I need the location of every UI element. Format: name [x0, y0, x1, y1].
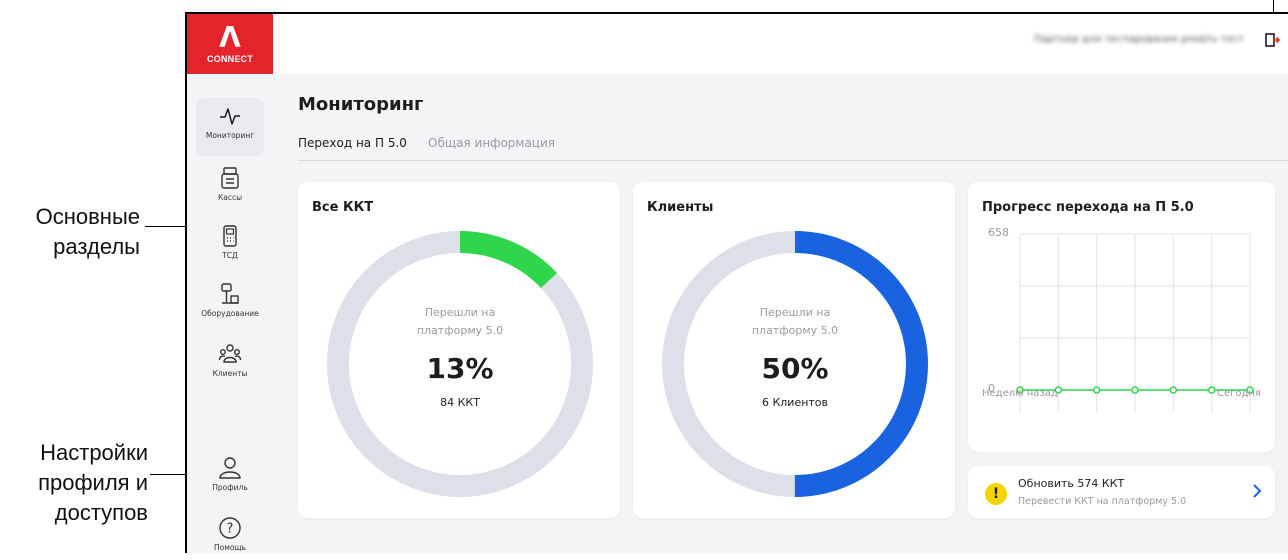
update-title: Обновить 574 ККТ	[1018, 477, 1125, 490]
card-clients: Клиенты Перешли на платформу 5.0 50% 6 К…	[633, 182, 955, 518]
logo-mark: Λ	[219, 21, 241, 54]
update-subtitle: Перевести ККТ на платформу 5.0	[1018, 496, 1187, 507]
x-axis-start-label: Неделю назад	[982, 388, 1058, 399]
donut-center: Перешли на платформу 5.0 50% 6 Клиентов	[659, 228, 931, 500]
donut-count: 6 Клиентов	[761, 396, 829, 409]
data-point	[1131, 386, 1139, 394]
profile-icon	[219, 457, 241, 479]
donut-count: 84 ККТ	[440, 396, 480, 409]
pulse-icon	[220, 108, 240, 125]
logo[interactable]: Λ CONNECT	[187, 14, 273, 74]
tab-migration-p5[interactable]: Переход на П 5.0	[298, 136, 407, 150]
donut-percent: 13%	[426, 352, 494, 385]
annotation-profile-settings: Настройки профиля и доступов	[8, 438, 148, 528]
sidebar-item-label: Профиль	[212, 483, 248, 492]
sidebar-item-label: Помощь	[214, 543, 246, 552]
clients-icon	[218, 344, 242, 363]
annotation-text: Основные	[35, 204, 140, 229]
sidebar-item-label: Клиенты	[212, 369, 248, 378]
donut-caption-line: Перешли на	[424, 306, 496, 319]
sidebar-item-equipment[interactable]: Оборудование	[196, 276, 264, 332]
data-point	[1207, 386, 1216, 394]
sidebar-item-label: Оборудование	[201, 309, 259, 318]
sidebar-item-label: Кассы	[217, 193, 243, 202]
partner-name[interactable]: Партнер для тестирования prod/ru тест	[1034, 34, 1244, 45]
x-axis-end-label: Сегодня	[1217, 388, 1261, 399]
annotation-text: профиля и	[38, 470, 148, 495]
sidebar-item-clients[interactable]: Клиенты	[196, 336, 264, 388]
donut-caption-line: платформу 5.0	[416, 324, 504, 337]
annotation-text: разделы	[53, 234, 140, 259]
svg-text:?: ?	[227, 522, 234, 537]
card-title: Клиенты	[647, 200, 714, 215]
donut-caption: Перешли на платформу 5.0	[324, 304, 596, 340]
sidebar-item-tsd[interactable]: ТСД	[196, 218, 264, 270]
logo-text: CONNECT	[207, 54, 253, 64]
main-content: Мониторинг Переход на П 5.0 Общая информ…	[273, 74, 1288, 553]
annotation-main-sections: Основные разделы	[28, 202, 140, 262]
warning-icon: !	[985, 483, 1007, 505]
donut-caption-line: Перешли на	[759, 306, 831, 319]
donut-center: Перешли на платформу 5.0 13% 84 ККТ	[324, 228, 596, 500]
annotation-text: Настройки	[40, 440, 148, 465]
app-window: Λ CONNECT Партнер для тестирования prod/…	[185, 12, 1288, 553]
card-progress-chart: Прогресс перехода на П 5.0 658 0 Неделю …	[968, 182, 1275, 452]
sidebar-item-monitoring[interactable]: Мониторинг	[196, 98, 264, 156]
data-point	[1169, 386, 1178, 394]
card-all-kkt: Все ККТ Перешли на платформу 5.0 13% 84 …	[298, 182, 620, 518]
tab-general-info[interactable]: Общая информация	[428, 136, 555, 150]
donut-caption-line: платформу 5.0	[751, 324, 839, 337]
sidebar-item-label: ТСД	[222, 251, 238, 260]
chevron-right-icon[interactable]	[1251, 482, 1263, 500]
sidebar-item-label: Мониторинг	[205, 131, 255, 140]
data-point	[1092, 386, 1101, 394]
top-bar: Партнер для тестирования prod/ru тест	[273, 14, 1288, 74]
help-icon: ?	[219, 517, 241, 539]
donut-caption: Перешли на платформу 5.0	[659, 304, 931, 340]
donut-percent: 50%	[761, 352, 829, 385]
update-kkt-notice[interactable]: ! Обновить 574 ККТ Перевести ККТ на плат…	[968, 466, 1275, 518]
equipment-icon	[221, 283, 239, 304]
sidebar-item-registers[interactable]: Кассы	[196, 160, 264, 212]
logout-icon[interactable]	[1264, 32, 1280, 48]
sidebar: Мониторинг Кассы ТСД Оборудование Клиент…	[187, 74, 273, 553]
sidebar-item-profile[interactable]: Профиль	[196, 450, 264, 506]
page-title: Мониторинг	[298, 94, 424, 115]
cash-register-icon	[221, 167, 239, 189]
scanner-terminal-icon	[223, 225, 237, 247]
card-title: Все ККТ	[312, 200, 374, 215]
tab-bar: Переход на П 5.0 Общая информация	[298, 136, 1288, 161]
annotation-text: доступов	[54, 500, 148, 525]
progress-line-chart	[1016, 233, 1254, 412]
